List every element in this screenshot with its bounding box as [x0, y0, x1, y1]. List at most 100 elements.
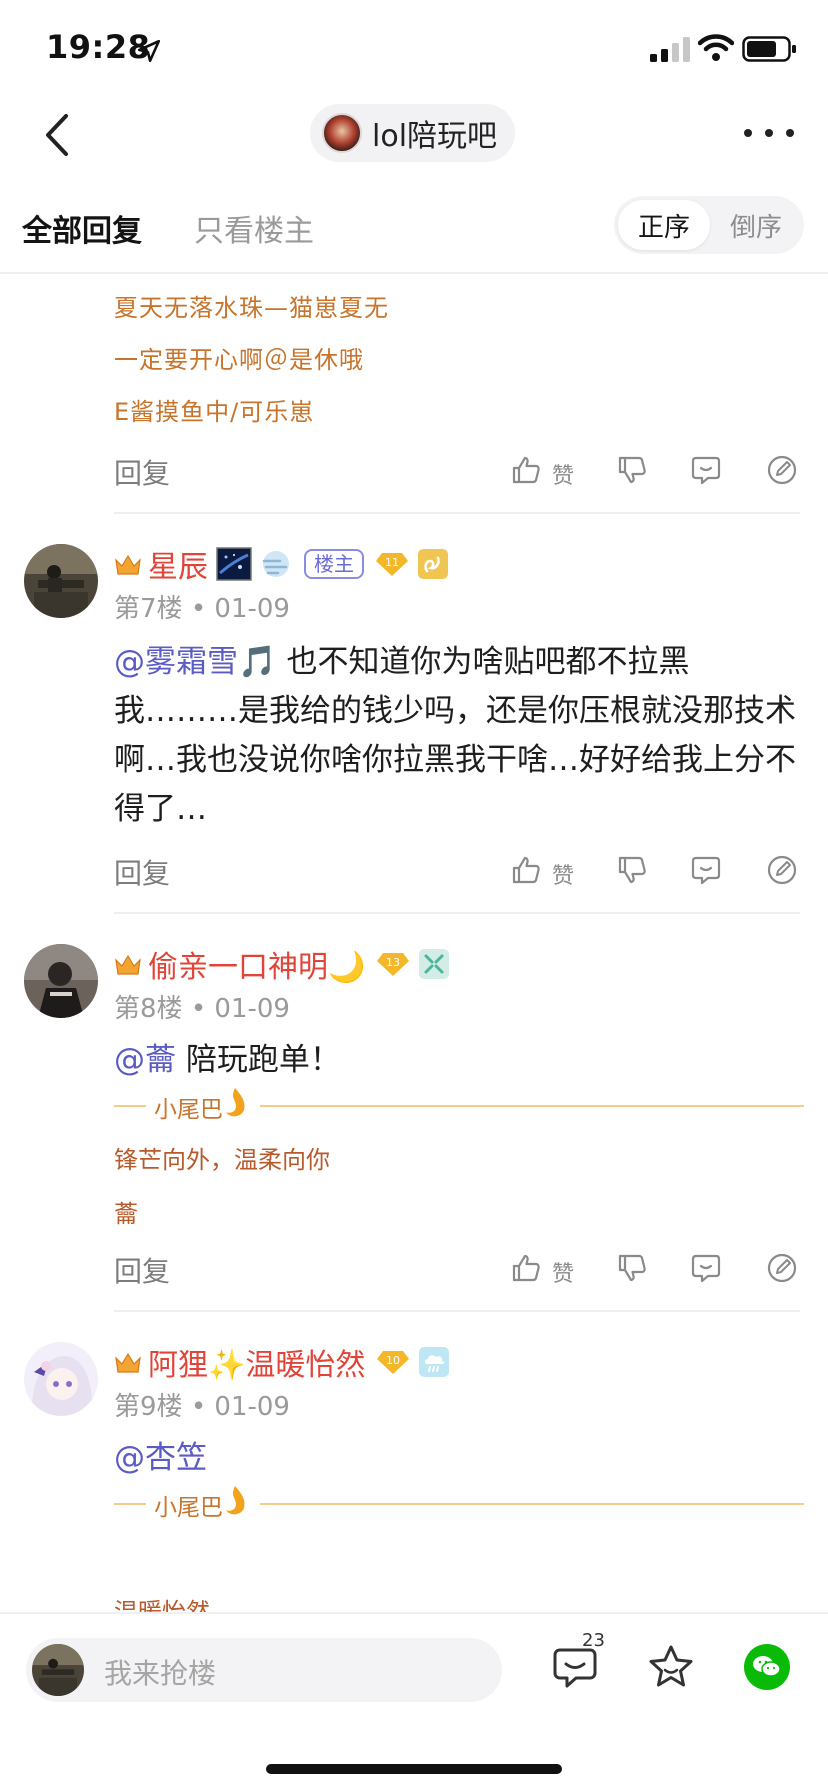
thumbs-down-icon[interactable]: [616, 1252, 648, 1284]
comment-bubble-icon[interactable]: [690, 854, 722, 886]
username[interactable]: 偷亲一口神明🌙: [148, 942, 365, 986]
divider: [0, 272, 828, 274]
signature-line: 蘥: [114, 1200, 138, 1228]
tail-divider: 小尾巴: [114, 1086, 804, 1126]
location-arrow-icon: [137, 39, 161, 63]
thumbs-up-icon[interactable]: [510, 1252, 542, 1284]
more-options-icon[interactable]: [744, 118, 794, 148]
post-content: @杏笠: [114, 1434, 804, 1483]
sort-descending-button[interactable]: 倒序: [712, 200, 800, 250]
edit-pencil-icon[interactable]: [766, 854, 798, 886]
level-badge: 13: [377, 953, 410, 976]
mention-link[interactable]: @蘥: [114, 1042, 176, 1078]
tail-line-right: [260, 1105, 804, 1107]
status-bar: 19:28: [0, 0, 828, 96]
wifi-icon: [698, 34, 734, 61]
edit-pencil-icon[interactable]: [766, 454, 798, 486]
signature-line: 一定要开心啊＠是休哦: [114, 346, 364, 374]
galaxy-image-icon: [216, 547, 252, 581]
my-avatar: [32, 1644, 84, 1696]
leo-zodiac-icon: [418, 549, 448, 579]
forum-logo: [322, 113, 362, 153]
post-separator: [114, 912, 800, 914]
back-arrow-icon[interactable]: [38, 110, 78, 160]
username-row: 阿狸✨温暖怡然 10: [114, 1340, 450, 1384]
flame-icon: [226, 1088, 245, 1117]
post-date: 01-09: [214, 594, 290, 624]
cellular-signal-icon: [650, 37, 690, 62]
username[interactable]: 星辰: [148, 542, 208, 586]
post-body-text: 陪玩跑单！: [176, 1042, 341, 1078]
tab-all-replies[interactable]: 全部回复: [22, 206, 142, 250]
thumbs-up-icon[interactable]: [510, 454, 542, 486]
thumbs-up-icon[interactable]: [510, 854, 542, 886]
post-separator: [114, 512, 800, 514]
thumbs-down-icon[interactable]: [616, 854, 648, 886]
wechat-share-icon[interactable]: [744, 1644, 790, 1690]
forum-name: lol陪玩吧: [372, 119, 498, 154]
post-action-row: 回复 赞: [114, 852, 800, 892]
avatar[interactable]: [24, 544, 98, 618]
tail-line-right: [260, 1503, 804, 1505]
reply-button[interactable]: 回复: [114, 852, 170, 892]
angry-face-icon: [419, 949, 450, 979]
comment-count: 23: [582, 1630, 605, 1651]
star-favorite-icon[interactable]: [646, 1642, 696, 1692]
tail-label: 小尾巴: [154, 1097, 223, 1123]
sort-ascending-button[interactable]: 正序: [618, 200, 710, 250]
meta-dot: •: [190, 594, 215, 624]
post-meta: 第7楼 • 01-09: [114, 588, 290, 625]
crown-icon: [115, 554, 141, 575]
tail-label: 小尾巴: [154, 1495, 223, 1521]
tail-line-left: [114, 1105, 146, 1107]
avatar[interactable]: [24, 944, 98, 1018]
floor-number: 第8楼: [114, 994, 183, 1024]
like-label: 赞: [552, 1262, 575, 1287]
reply-button[interactable]: 回复: [114, 452, 170, 492]
svg-text:13: 13: [386, 956, 400, 969]
nav-bar: lol陪玩吧: [0, 96, 828, 172]
level-badge: 11: [376, 553, 408, 576]
post-content: @雾霜雪🎵 也不知道你为啥贴吧都不拉黑我………是我给的钱少吗，还是你压根就没那技…: [114, 638, 804, 834]
cloud-rain-icon: [419, 1347, 450, 1377]
post-meta: 第9楼 • 01-09: [114, 1386, 290, 1423]
bottom-bar: 我来抢楼 23: [0, 1612, 828, 1792]
status-time: 19:28: [46, 28, 151, 66]
comment-input[interactable]: 我来抢楼: [26, 1638, 502, 1702]
post-separator: [114, 1310, 800, 1312]
battery-icon: [742, 36, 796, 62]
input-placeholder: 我来抢楼: [104, 1657, 217, 1690]
comment-bubble-icon[interactable]: [690, 454, 722, 486]
crown-icon: [115, 1352, 141, 1373]
op-badge: 楼主: [304, 549, 364, 579]
signature-line: E酱摸鱼中/可乐崽: [114, 398, 315, 426]
signature-line: 锋芒向外，温柔向你: [114, 1146, 330, 1174]
wind-emoji-icon: [262, 551, 289, 577]
home-indicator: [266, 1764, 562, 1774]
tail-line-left: [114, 1503, 146, 1505]
floor-number: 第7楼: [114, 594, 183, 624]
comment-bubble-icon[interactable]: [690, 1252, 722, 1284]
thumbs-down-icon[interactable]: [616, 454, 648, 486]
reply-button[interactable]: 回复: [114, 1250, 170, 1290]
tab-op-only[interactable]: 只看楼主: [194, 206, 314, 250]
mention-link[interactable]: @雾霜雪🎵: [114, 644, 277, 680]
post-meta: 第8楼 • 01-09: [114, 988, 290, 1025]
edit-pencil-icon[interactable]: [766, 1252, 798, 1284]
mention-link[interactable]: @杏笠: [114, 1440, 207, 1476]
svg-text:10: 10: [386, 1354, 400, 1367]
post-date: 01-09: [214, 1392, 290, 1422]
crown-icon: [115, 954, 141, 975]
forum-title-pill[interactable]: lol陪玩吧: [310, 104, 516, 162]
username[interactable]: 阿狸✨温暖怡然: [148, 1340, 365, 1384]
avatar[interactable]: [24, 1342, 98, 1416]
post-content: @蘥 陪玩跑单！: [114, 1036, 804, 1085]
username-row: 星辰 楼主 11: [114, 542, 448, 586]
username-row: 偷亲一口神明🌙 13: [114, 942, 450, 986]
flame-icon: [226, 1486, 245, 1515]
meta-dot: •: [190, 994, 215, 1024]
floor-number: 第9楼: [114, 1392, 183, 1422]
like-label: 赞: [552, 464, 575, 489]
post-action-row: 回复 赞: [114, 1250, 800, 1290]
post-action-row: 回复 赞: [114, 452, 800, 492]
